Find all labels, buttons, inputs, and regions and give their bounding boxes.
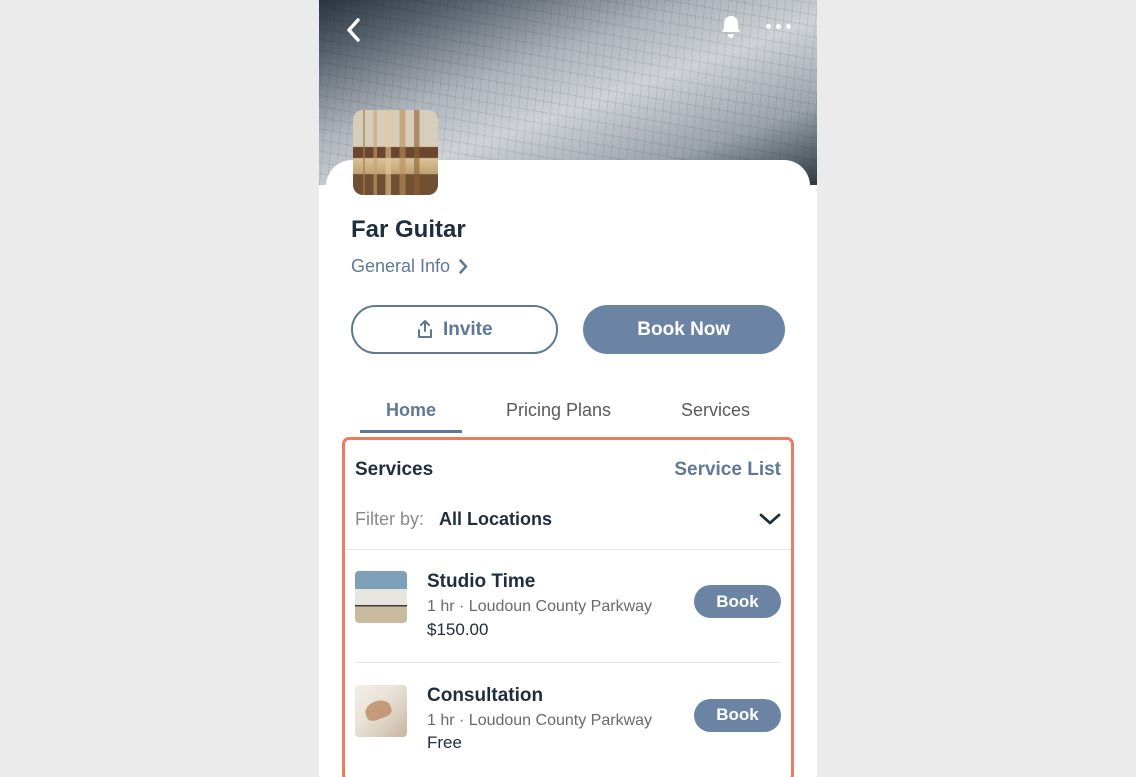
service-item[interactable]: Consultation 1 hr · Loudoun County Parkwa… xyxy=(355,663,781,768)
profile-card: Far Guitar General Info Invite Book Now … xyxy=(326,160,810,777)
share-icon xyxy=(416,320,434,340)
filter-dropdown[interactable]: Filter by: All Locations xyxy=(345,509,791,550)
more-button[interactable] xyxy=(766,24,791,29)
general-info-link[interactable]: General Info xyxy=(351,256,468,277)
service-name: Consultation xyxy=(427,685,674,707)
service-name: Studio Time xyxy=(427,571,674,593)
book-button[interactable]: Book xyxy=(694,699,781,732)
tab-services[interactable]: Services xyxy=(677,392,754,433)
app-screen: Far Guitar General Info Invite Book Now … xyxy=(319,0,817,777)
book-now-label: Book Now xyxy=(637,319,730,341)
services-title: Services xyxy=(355,459,433,481)
service-list-link[interactable]: Service List xyxy=(674,459,781,481)
business-avatar[interactable] xyxy=(353,110,438,195)
dot-icon xyxy=(786,24,791,29)
book-now-button[interactable]: Book Now xyxy=(583,305,786,354)
invite-label: Invite xyxy=(443,319,493,341)
notifications-button[interactable] xyxy=(719,14,743,40)
general-info-label: General Info xyxy=(351,256,450,277)
service-price: Free xyxy=(427,733,674,753)
tab-pricing-plans[interactable]: Pricing Plans xyxy=(502,392,615,433)
service-meta: 1 hr · Loudoun County Parkway xyxy=(427,710,674,732)
service-list: Studio Time 1 hr · Loudoun County Parkway… xyxy=(355,549,781,767)
tab-home[interactable]: Home xyxy=(382,392,440,433)
chevron-down-icon xyxy=(759,513,781,526)
invite-button[interactable]: Invite xyxy=(351,305,558,354)
chevron-left-icon xyxy=(346,18,360,42)
dot-icon xyxy=(766,24,771,29)
service-item[interactable]: Studio Time 1 hr · Loudoun County Parkway… xyxy=(355,549,781,663)
chevron-right-icon xyxy=(459,259,468,274)
dot-icon xyxy=(776,24,781,29)
service-info: Studio Time 1 hr · Loudoun County Parkway… xyxy=(427,571,674,640)
services-highlight: Services Service List Filter by: All Loc… xyxy=(342,437,794,777)
filter-label: Filter by: xyxy=(355,509,424,529)
service-thumbnail xyxy=(355,685,407,737)
back-button[interactable] xyxy=(333,10,373,50)
tab-label: Home xyxy=(386,400,436,420)
filter-value: All Locations xyxy=(439,509,552,529)
service-meta: 1 hr · Loudoun County Parkway xyxy=(427,596,674,618)
tab-label: Services xyxy=(681,400,750,420)
tab-label: Pricing Plans xyxy=(506,400,611,420)
services-section-header: Services Service List xyxy=(355,459,781,481)
service-price: $150.00 xyxy=(427,620,674,640)
tab-bar: Home Pricing Plans Services xyxy=(351,392,785,433)
book-button[interactable]: Book xyxy=(694,585,781,618)
service-info: Consultation 1 hr · Loudoun County Parkwa… xyxy=(427,685,674,754)
bell-icon xyxy=(719,14,743,40)
action-row: Invite Book Now xyxy=(351,305,785,354)
business-name: Far Guitar xyxy=(351,216,785,244)
service-thumbnail xyxy=(355,571,407,623)
